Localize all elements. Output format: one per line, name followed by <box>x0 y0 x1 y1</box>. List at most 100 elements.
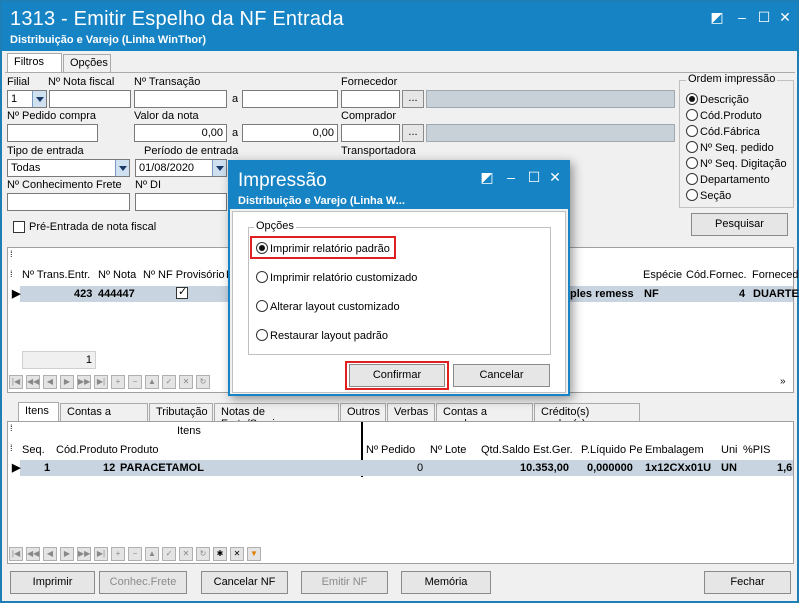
tab-opcoes[interactable]: Opções <box>63 54 111 73</box>
transacao-from-input[interactable] <box>134 90 227 108</box>
tab-filtros[interactable]: Filtros <box>7 53 62 73</box>
col-header-lote[interactable]: Nº Lote <box>430 444 466 456</box>
nav-next-icon[interactable]: ▶ <box>60 375 74 389</box>
option-alterar-layout[interactable]: Alterar layout customizado <box>256 300 400 313</box>
maximize-icon[interactable]: ☐ <box>755 8 773 26</box>
conhec-frete-button[interactable]: Conhec.Frete <box>99 571 187 594</box>
tab-verbas[interactable]: Verbas <box>387 403 435 422</box>
col-header-uni[interactable]: Uni <box>721 444 738 456</box>
restore-icon[interactable]: ◩ <box>708 8 726 26</box>
nf-provisorio-checkbox[interactable]: ✓ <box>176 286 188 299</box>
nav-insert-icon[interactable]: + <box>111 547 125 561</box>
tab-contas-receber[interactable]: Contas a receber <box>436 403 533 430</box>
tipo-entrada-select[interactable]: Todas <box>7 159 130 177</box>
comprador-lookup-button[interactable]: ... <box>402 124 424 142</box>
ordem-radio-cod-produto[interactable]: Cód.Produto <box>686 109 762 122</box>
close-icon[interactable]: ✕ <box>776 8 794 26</box>
col-header-seq[interactable]: Seq. <box>22 444 45 456</box>
cancelar-nf-button[interactable]: Cancelar NF <box>201 571 288 594</box>
ordem-radio-seq-digitacao[interactable]: Nº Seq. Digitação <box>686 157 787 170</box>
nav-refresh-icon[interactable]: ↻ <box>196 375 210 389</box>
ordem-radio-seq-pedido[interactable]: Nº Seq. pedido <box>686 141 774 154</box>
valor-to-input[interactable]: 0,00 <box>242 124 338 142</box>
chevron-down-icon[interactable] <box>212 160 226 176</box>
col-header-pis[interactable]: %PIS <box>743 444 771 456</box>
nav-edit-icon[interactable]: ▲ <box>145 547 159 561</box>
restore-icon[interactable]: ◩ <box>478 168 496 186</box>
nav-insert-icon[interactable]: + <box>111 375 125 389</box>
tab-itens[interactable]: Itens <box>18 402 59 422</box>
nav-prior-page-icon[interactable]: ◀◀ <box>26 375 40 389</box>
tab-notas-frete[interactable]: Notas de Frete/Serviço <box>214 403 339 430</box>
nav-cancel-icon[interactable]: ✕ <box>179 375 193 389</box>
pesquisar-button[interactable]: Pesquisar <box>691 213 788 236</box>
chevron-down-icon[interactable] <box>115 160 129 176</box>
nav-asterisk-icon[interactable]: ✱ <box>213 547 227 561</box>
conhecimento-input[interactable] <box>7 193 130 211</box>
close-icon[interactable]: ✕ <box>546 168 564 186</box>
nav-post-icon[interactable]: ✓ <box>162 375 176 389</box>
cancelar-button[interactable]: Cancelar <box>453 364 550 387</box>
nav-first-icon[interactable]: |◀ <box>9 375 23 389</box>
maximize-icon[interactable]: ☐ <box>525 168 543 186</box>
col-header-qtd-saldo[interactable]: Qtd.Saldo Est.Ger. <box>481 444 573 456</box>
tab-outros[interactable]: Outros <box>340 403 386 422</box>
valor-from-input[interactable]: 0,00 <box>134 124 227 142</box>
col-header-produto[interactable]: Produto <box>120 444 159 456</box>
emitir-nf-button[interactable]: Emitir NF <box>301 571 388 594</box>
minimize-icon[interactable]: – <box>502 168 520 186</box>
nav-next-page-icon[interactable]: ▶▶ <box>77 547 91 561</box>
nav-refresh-icon[interactable]: ↻ <box>196 547 210 561</box>
nav-last-icon[interactable]: ▶| <box>94 375 108 389</box>
nota-fiscal-input[interactable] <box>49 90 131 108</box>
nav-first-icon[interactable]: |◀ <box>9 547 23 561</box>
col-header-especie[interactable]: Espécie <box>643 269 682 281</box>
di-input[interactable] <box>135 193 227 211</box>
nav-edit-icon[interactable]: ▲ <box>145 375 159 389</box>
tab-tributacao[interactable]: Tributação <box>149 403 213 422</box>
nav-next-page-icon[interactable]: ▶▶ <box>77 375 91 389</box>
col-header-pedido[interactable]: Nº Pedido <box>366 444 415 456</box>
tab-creditos-avulsos[interactable]: Crédito(s) avulso(s) <box>534 403 640 430</box>
pre-entrada-checkbox[interactable] <box>13 221 25 233</box>
ordem-radio-departamento[interactable]: Departamento <box>686 173 770 186</box>
col-header-nf-provisorio[interactable]: Nº NF Provisório <box>143 269 225 281</box>
col-header-p-liquido[interactable]: P.Líquido Pe <box>581 444 643 456</box>
ordem-radio-cod-fabrica[interactable]: Cód.Fábrica <box>686 125 760 138</box>
col-header-nota[interactable]: Nº Nota <box>98 269 136 281</box>
memoria-button[interactable]: Memória <box>401 571 491 594</box>
pedido-compra-input[interactable] <box>7 124 98 142</box>
col-header-embalagem[interactable]: Embalagem <box>645 444 704 456</box>
nav-cancel-icon[interactable]: ✕ <box>179 547 193 561</box>
option-restaurar-layout[interactable]: Restaurar layout padrão <box>256 329 388 342</box>
nav-prior-icon[interactable]: ◀ <box>43 547 57 561</box>
fechar-button[interactable]: Fechar <box>704 571 791 594</box>
filter-icon[interactable]: ▼ <box>247 547 261 561</box>
chevron-down-icon[interactable] <box>32 91 46 107</box>
nav-last-icon[interactable]: ▶| <box>94 547 108 561</box>
filial-select[interactable]: 1 <box>7 90 47 108</box>
col-header-cod-fornec[interactable]: Cód.Fornec. <box>686 269 747 281</box>
nav-delete-icon[interactable]: − <box>128 375 142 389</box>
periodo-from-input[interactable]: 01/08/2020 <box>135 159 227 177</box>
ordem-radio-descricao[interactable]: Descrição <box>686 93 749 106</box>
option-relatorio-customizado[interactable]: Imprimir relatório customizado <box>256 271 417 284</box>
comprador-code-input[interactable] <box>341 124 400 142</box>
nav-x-icon[interactable]: ✕ <box>230 547 244 561</box>
imprimir-button[interactable]: Imprimir <box>10 571 95 594</box>
col-header-cod-produto[interactable]: Cód.Produto <box>56 444 118 456</box>
transacao-to-input[interactable] <box>242 90 338 108</box>
nav-prior-icon[interactable]: ◀ <box>43 375 57 389</box>
col-header-fornecedor[interactable]: Fornecedor <box>752 269 799 281</box>
minimize-icon[interactable]: – <box>733 8 751 26</box>
fornecedor-lookup-button[interactable]: ... <box>402 90 424 108</box>
nav-prior-page-icon[interactable]: ◀◀ <box>26 547 40 561</box>
ordem-radio-secao[interactable]: Seção <box>686 189 731 202</box>
col-header-trans[interactable]: Nº Trans.Entr. <box>22 269 90 281</box>
fornecedor-code-input[interactable] <box>341 90 400 108</box>
tab-contas-pagar[interactable]: Contas a pagar <box>60 403 148 430</box>
nav-next-icon[interactable]: ▶ <box>60 547 74 561</box>
nav-post-icon[interactable]: ✓ <box>162 547 176 561</box>
nav-delete-icon[interactable]: − <box>128 547 142 561</box>
scroll-right-icon[interactable]: » <box>780 376 786 387</box>
